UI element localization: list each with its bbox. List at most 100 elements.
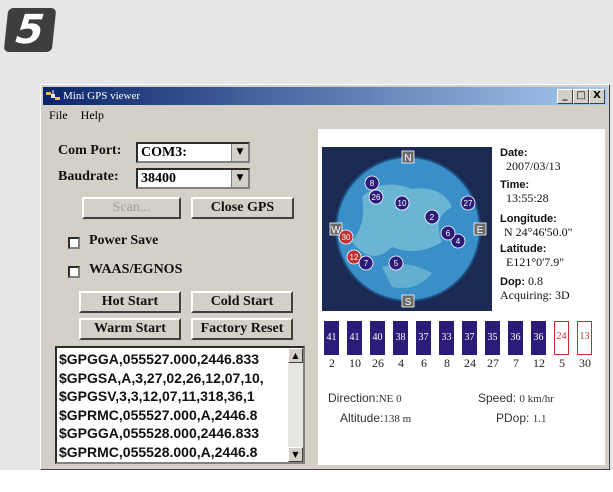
speed-readout: Speed: 0 km/hr <box>478 391 554 405</box>
signal-bar: 33 <box>439 321 454 355</box>
baudrate-label: Baudrate: <box>58 169 119 184</box>
com-port-label: Com Port: <box>58 143 122 158</box>
direction-label: Direction: <box>328 391 379 405</box>
nmea-log[interactable]: $GPGGA,055527.000,2446.833 $GPGSA,A,3,27… <box>55 346 305 464</box>
chevron-down-icon[interactable]: ▼ <box>231 170 248 187</box>
satellite-sky-view: NESW 826102274630127 5 <box>322 147 492 311</box>
signal-bar-prn: 7 <box>513 356 519 370</box>
signal-bar-value: 24 <box>556 331 567 342</box>
altitude-readout: Altitude:138 m <box>340 411 411 425</box>
compass-east-label: E <box>477 225 484 236</box>
satellite-prn-label: 26 <box>372 193 381 202</box>
longitude-value: N 24°46'50.0" <box>504 225 573 239</box>
acquiring-status: Acquiring: 3D <box>500 288 570 302</box>
satellite-prn-label: 12 <box>350 253 359 262</box>
pdop-label: PDop: <box>496 411 530 425</box>
satellite-prn-label: 7 <box>364 259 369 268</box>
step-background: 5 Mini GPS viewer _ □ X File Help Com Po… <box>0 0 613 470</box>
satellite-prn-label: 30 <box>342 233 351 242</box>
maximize-button[interactable]: □ <box>573 89 589 104</box>
signal-bar-value: 35 <box>487 332 498 343</box>
cold-start-button[interactable]: Cold Start <box>191 291 293 313</box>
menu-bar: File Help <box>45 107 110 123</box>
signal-bar: 40 <box>370 321 385 355</box>
factory-reset-button[interactable]: Factory Reset <box>191 318 293 340</box>
nmea-line: $GPRMC,055528.000,A,2446.8 <box>59 443 258 460</box>
signal-bar-value: 40 <box>372 332 383 343</box>
satellite-prn-label: 5 <box>394 259 399 268</box>
signal-bar-prn: 27 <box>487 356 499 370</box>
signal-bar-prn: 2 <box>329 356 335 370</box>
baudrate-select[interactable]: 38400 ▼ <box>136 168 250 189</box>
signal-bar-value: 37 <box>418 332 429 343</box>
baudrate-value: 38400 <box>141 171 176 186</box>
nmea-line: $GPGSV,3,3,12,07,11,318,36,1 <box>59 388 255 404</box>
signal-bar-value: 41 <box>326 332 337 343</box>
signal-bar-prn: 24 <box>464 356 476 370</box>
signal-bar-prn: 4 <box>398 356 404 370</box>
signal-bar: 36 <box>531 321 546 355</box>
menu-help[interactable]: Help <box>81 108 104 122</box>
signal-bar: 38 <box>393 321 408 355</box>
com-port-value: COM3: <box>141 145 187 160</box>
signal-bar-prn: 10 <box>349 356 361 370</box>
signal-bar: 36 <box>508 321 523 355</box>
signal-strength-bars: 41 2 41 10 40 26 38 4 37 6 33 8 37 24 35 27 36 7 36 12 24 5 13… <box>322 321 602 381</box>
signal-bar: 37 <box>416 321 431 355</box>
nmea-line: $GPGSA,A,3,27,02,26,12,07,10, <box>59 369 264 386</box>
signal-bar: 35 <box>485 321 500 355</box>
signal-bar-value: 41 <box>349 332 360 343</box>
scroll-up-arrow-icon[interactable]: ▲ <box>288 348 303 363</box>
signal-bar: 13 <box>577 321 592 355</box>
close-gps-button[interactable]: Close GPS <box>191 197 294 219</box>
satellite-prn-label: 27 <box>464 199 473 208</box>
gps-viewer-window: Mini GPS viewer _ □ X File Help Com Port… <box>40 84 610 470</box>
scan-button[interactable]: Scan... <box>82 197 181 219</box>
compass-south-label: S <box>405 297 412 308</box>
signal-bar-value: 38 <box>395 332 406 343</box>
chevron-down-icon[interactable]: ▼ <box>231 144 248 161</box>
time-value: 13:55:28 <box>506 191 549 205</box>
satellite-prn-label: 8 <box>370 179 375 188</box>
warm-start-button[interactable]: Warm Start <box>79 318 181 340</box>
com-port-select[interactable]: COM3: ▼ <box>136 142 250 163</box>
signal-bar-prn: 30 <box>579 356 591 370</box>
gps-info: Date: 2007/03/13 Time: 13:55:28 Longitud… <box>500 147 604 302</box>
signal-bar: 24 <box>554 321 569 355</box>
direction-value: NE 0 <box>378 393 402 405</box>
hot-start-button[interactable]: Hot Start <box>79 291 181 313</box>
dop-value: 0.8 <box>528 274 544 288</box>
date-value: 2007/03/13 <box>506 159 561 173</box>
signal-bar: 41 <box>324 321 339 355</box>
gps-status-panel: NESW 8 26 10 2 27 4 6 30 12 7 5 Date: 2007/03/13 T… <box>318 129 605 465</box>
signal-bar-prn: 12 <box>533 356 545 370</box>
satellite-prn-label: 2 <box>430 213 435 222</box>
signal-bar-prn: 6 <box>421 356 427 370</box>
title-bar[interactable]: Mini GPS viewer _ □ X <box>43 87 607 105</box>
speed-value: 0 km/hr <box>519 393 554 405</box>
menu-file[interactable]: File <box>49 108 68 122</box>
signal-bar-prn: 5 <box>559 356 565 370</box>
nmea-lines: $GPGGA,055527.000,2446.833 $GPGSA,A,3,27… <box>59 350 264 461</box>
signal-bar-value: 36 <box>510 332 521 343</box>
satellite-app-icon <box>46 90 60 100</box>
close-window-button[interactable]: X <box>589 89 605 104</box>
compass-north-label: N <box>404 153 411 164</box>
latitude-value: E121°0'7.9" <box>506 255 565 269</box>
satellite-prn-label: 4 <box>456 237 461 246</box>
vertical-scrollbar[interactable]: ▲ ▼ <box>288 348 303 462</box>
signal-bar-value: 37 <box>464 332 475 343</box>
satellite-prn-label: 6 <box>446 229 451 238</box>
altitude-value: 138 m <box>383 413 412 425</box>
signal-bar: 37 <box>462 321 477 355</box>
speed-label: Speed: <box>478 391 517 405</box>
satellite-prn-label: 10 <box>398 199 407 208</box>
scroll-down-arrow-icon[interactable]: ▼ <box>288 447 303 462</box>
waas-egnos-checkbox[interactable] <box>68 266 80 278</box>
signal-bar-prn: 26 <box>372 356 384 370</box>
minimize-button[interactable]: _ <box>557 89 573 104</box>
nmea-line: $GPGGA,055528.000,2446.833 <box>59 425 260 441</box>
signal-bar: 41 <box>347 321 362 355</box>
signal-bar-value: 33 <box>441 332 452 343</box>
power-save-checkbox[interactable] <box>68 237 80 249</box>
